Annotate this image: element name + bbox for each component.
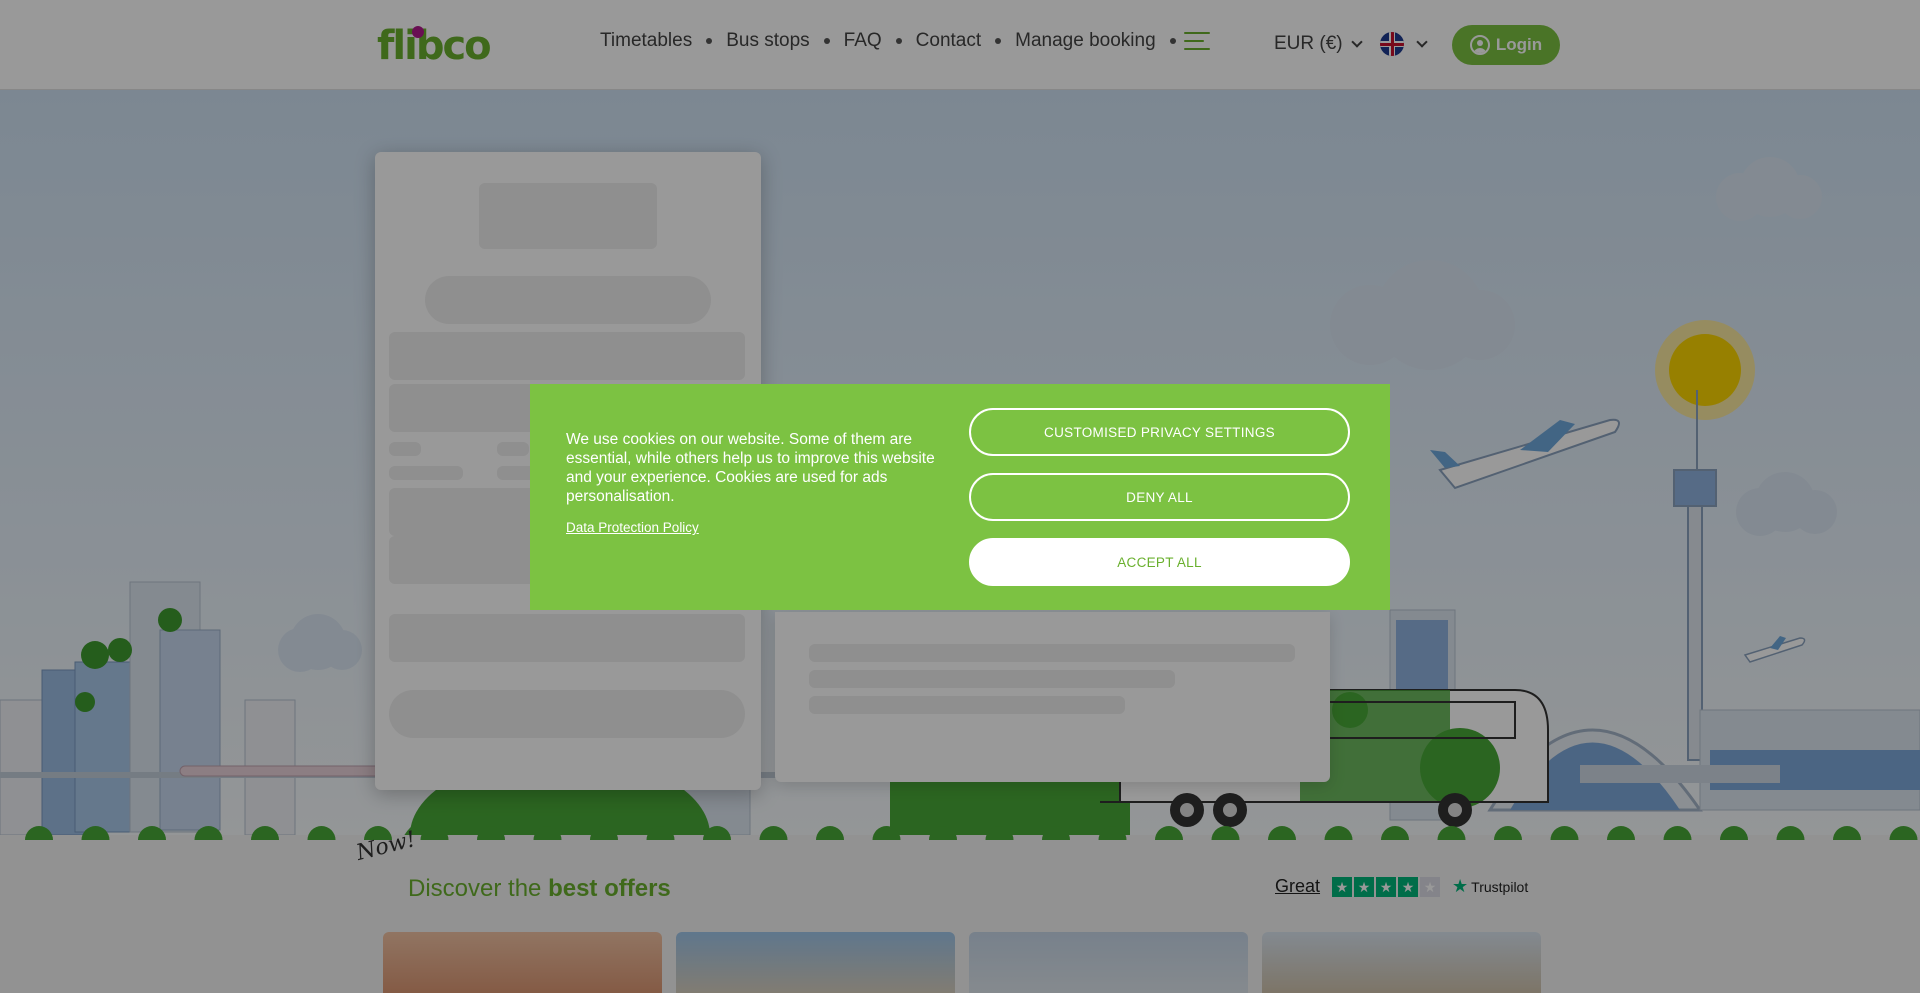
customised-privacy-settings-button[interactable]: CUSTOMISED PRIVACY SETTINGS [969, 408, 1350, 456]
cookie-banner: We use cookies on our website. Some of t… [530, 384, 1390, 610]
accept-all-button[interactable]: ACCEPT ALL [969, 538, 1350, 586]
data-protection-policy-link[interactable]: Data Protection Policy [566, 520, 699, 535]
cookie-text: We use cookies on our website. Some of t… [566, 431, 935, 505]
deny-all-button[interactable]: DENY ALL [969, 473, 1350, 521]
